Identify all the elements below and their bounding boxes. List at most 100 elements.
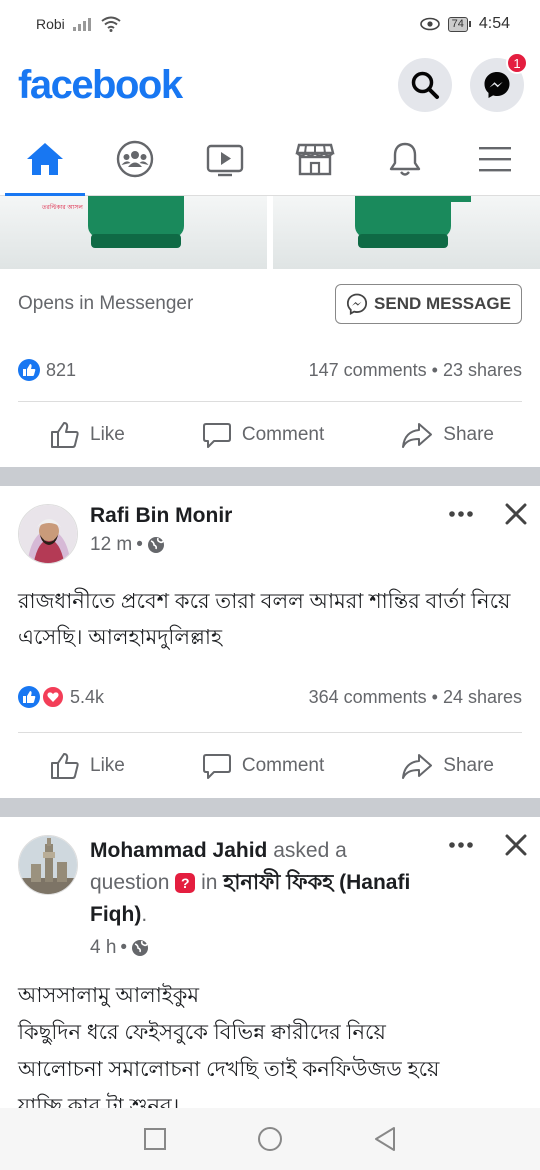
like-label: Like (90, 754, 125, 776)
post-text[interactable]: রাজধানীতে প্রবেশ করে তারা বলল আমরা শান্ত… (0, 564, 540, 656)
globe-icon (132, 940, 149, 956)
question-icon: ? (175, 873, 196, 894)
search-button[interactable] (398, 58, 452, 112)
tab-menu[interactable] (455, 122, 535, 196)
signal-icon (72, 18, 91, 31)
post-timestamp[interactable]: 4 h (90, 937, 116, 959)
eye-icon (419, 17, 440, 31)
post-text-line: কিছুদিন ধরে ফেইসবুকে বিভিন্ন ক্বারীদের ন… (18, 1021, 386, 1044)
comment-icon (202, 753, 231, 779)
avatar[interactable] (18, 504, 78, 564)
messenger-icon (484, 72, 510, 98)
groups-icon (116, 140, 154, 177)
post-text[interactable]: আসসালামু আলাইকুম কিছুদিন ধরে ফেইসবুকে বি… (0, 959, 540, 1108)
share-label: Share (443, 423, 494, 445)
send-message-label: SEND MESSAGE (374, 294, 511, 313)
share-count[interactable]: 23 shares (443, 360, 522, 380)
ad-image-caption: তরল্টিকার আসল (42, 205, 83, 211)
system-nav-bar (0, 1108, 540, 1170)
news-feed[interactable]: তরল্টিকার আসল Opens in Messenger SEND ME… (0, 196, 540, 1108)
post-verb: asked a (273, 839, 347, 862)
hamburger-icon (479, 146, 511, 171)
watch-icon (206, 144, 244, 176)
opens-in-messenger-label: Opens in Messenger (18, 293, 194, 314)
more-options-icon[interactable] (448, 510, 474, 518)
ad-carousel-card[interactable]: তরল্টিকার আসল (0, 196, 267, 269)
feed-post: Rafi Bin Monir 12 m • রাজধানীতে প্রবেশ ক… (0, 486, 540, 798)
ad-carousel-card[interactable] (273, 196, 540, 269)
battery-level: 74 (447, 16, 468, 32)
post-actions: Like Comment Share (18, 732, 522, 798)
comment-label: Comment (241, 423, 325, 445)
thumbs-up-icon (51, 752, 79, 779)
reaction-count: 821 (46, 359, 77, 380)
in-label: in (201, 871, 218, 894)
tab-watch[interactable] (185, 122, 265, 196)
send-message-button[interactable]: SEND MESSAGE (335, 284, 522, 324)
battery-indicator: 74 (447, 16, 471, 32)
post-author[interactable]: Mohammad Jahid (90, 839, 267, 862)
tab-groups[interactable] (95, 122, 175, 196)
reaction-count: 5.4k (70, 686, 105, 707)
post-text-line: যাচ্ছি কার টা শুনব। (18, 1095, 180, 1108)
post-stats: 821 147 comments • 23 shares (0, 339, 540, 401)
dot-separator: • (136, 534, 143, 555)
like-button[interactable]: Like (50, 421, 125, 449)
home-circle-icon[interactable] (257, 1126, 283, 1152)
comment-label: Comment (241, 754, 325, 776)
facebook-logo[interactable]: facebook (18, 63, 183, 108)
messenger-button[interactable]: 1 (470, 52, 528, 112)
like-reaction-icon (18, 686, 40, 708)
comment-count[interactable]: 147 comments (309, 360, 427, 380)
like-button[interactable]: Like (50, 752, 125, 780)
ad-carousel-image[interactable]: তরল্টিকার আসল (0, 196, 540, 269)
author-photo (19, 836, 77, 894)
back-icon[interactable] (373, 1126, 397, 1152)
post-stats: 5.4k 364 comments • 24 shares (0, 662, 540, 732)
more-options-icon[interactable] (448, 841, 474, 849)
post-text-line: আসসালামু আলাইকুম (18, 984, 200, 1007)
clock: 4:54 (478, 15, 510, 32)
comment-count[interactable]: 364 comments (309, 687, 427, 707)
share-button[interactable]: Share (401, 421, 494, 449)
reaction-summary[interactable]: 821 (18, 359, 76, 381)
share-icon (402, 422, 433, 448)
search-icon (411, 71, 439, 99)
feed-post: Mohammad Jahid asked a question ? in হান… (0, 817, 540, 1108)
marketplace-icon (295, 143, 335, 175)
comment-icon (202, 422, 231, 448)
tab-home[interactable] (5, 122, 85, 196)
messenger-icon (346, 293, 368, 315)
status-bar: Robi 74 4:54 (0, 0, 540, 48)
avatar[interactable] (18, 835, 78, 895)
tab-marketplace[interactable] (275, 122, 355, 196)
reaction-summary[interactable]: 5.4k (18, 686, 104, 708)
bell-icon (389, 142, 421, 176)
recent-apps-icon[interactable] (143, 1127, 167, 1151)
post-text-line: আলোচনা সমালোচনা দেখছি তাই কনফিউজড হয়ে (18, 1058, 440, 1081)
home-icon (27, 142, 63, 175)
tab-notifications[interactable] (365, 122, 445, 196)
carrier-label: Robi (36, 16, 65, 32)
app-header: facebook 1 (0, 48, 540, 122)
author-photo (19, 505, 77, 563)
close-icon[interactable] (504, 833, 528, 857)
share-label: Share (443, 754, 494, 776)
comment-button[interactable]: Comment (202, 752, 324, 780)
main-nav (0, 122, 540, 196)
post-type: question (90, 871, 170, 894)
like-label: Like (90, 423, 125, 445)
comment-button[interactable]: Comment (202, 421, 324, 449)
share-icon (402, 753, 433, 779)
post-timestamp[interactable]: 12 m (90, 534, 132, 556)
messenger-badge: 1 (506, 52, 528, 74)
dot-separator: • (120, 937, 128, 958)
share-count[interactable]: 24 shares (443, 687, 522, 707)
close-icon[interactable] (504, 502, 528, 526)
thumbs-up-icon (51, 421, 79, 448)
feed-separator (0, 467, 540, 486)
globe-icon (147, 537, 164, 553)
share-button[interactable]: Share (401, 752, 494, 780)
wifi-icon (101, 16, 121, 32)
love-reaction-icon (42, 686, 64, 708)
